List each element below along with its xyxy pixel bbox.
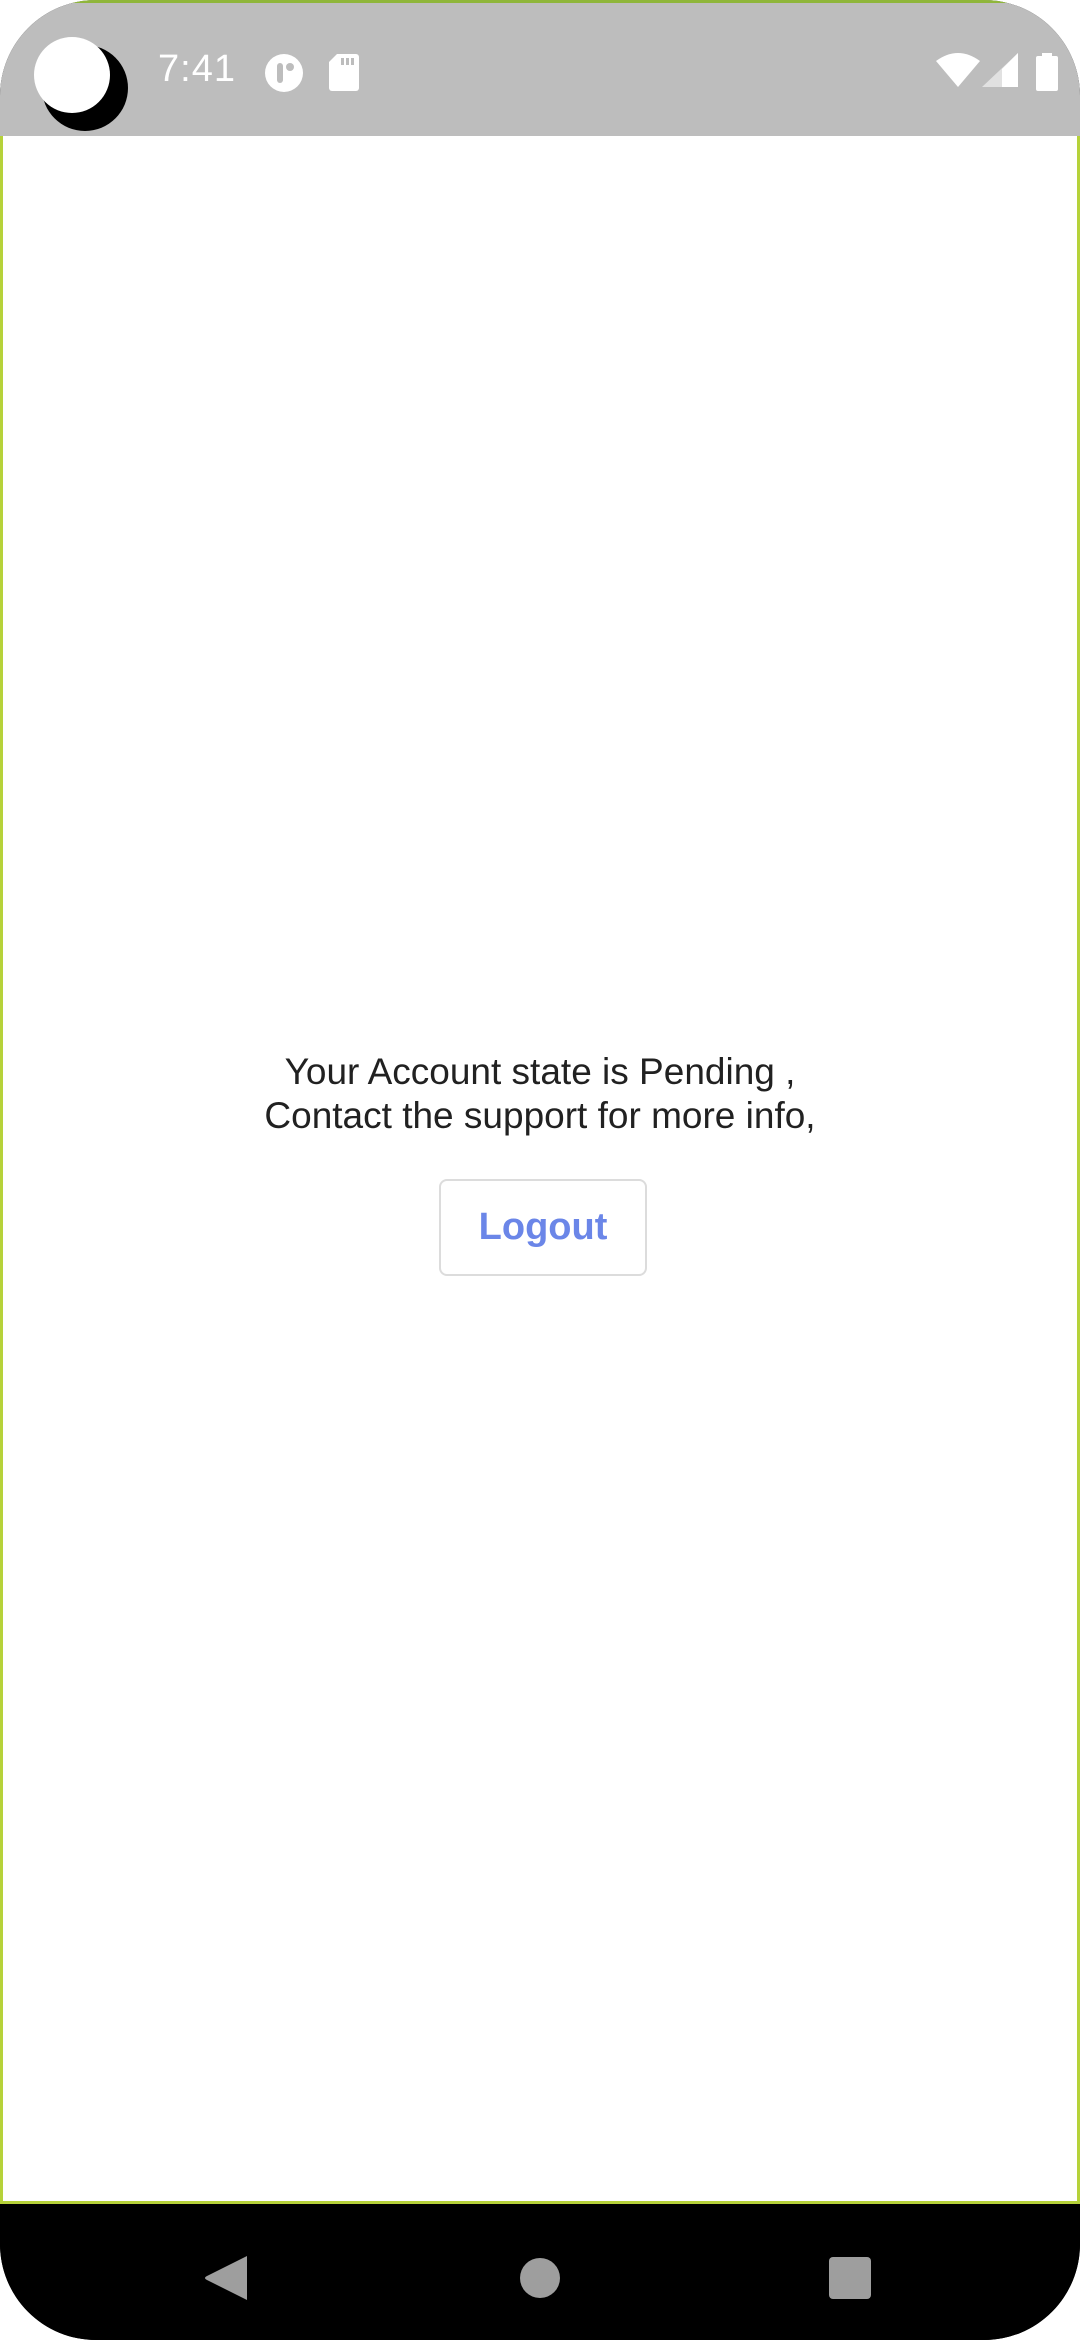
app-notification-icon xyxy=(264,53,304,98)
sd-card-icon xyxy=(328,53,360,96)
message-line-1: Your Account state is Pending , xyxy=(284,1051,796,1092)
status-time: 7:41 xyxy=(158,48,236,90)
account-status-message: Your Account state is Pending , Contact … xyxy=(3,1050,1077,1138)
back-icon[interactable] xyxy=(196,2248,256,2308)
status-bar: 7:41 xyxy=(0,0,1080,136)
camera-cutout xyxy=(34,37,128,131)
main-content: Your Account state is Pending , Contact … xyxy=(0,136,1080,2204)
phone-screen: 7:41 Your Account state is Pending , Con… xyxy=(0,0,1080,2340)
wifi-icon xyxy=(936,53,980,92)
camera-cutout-lens xyxy=(34,37,110,113)
message-line-2: Contact the support for more info, xyxy=(264,1095,816,1136)
logout-button[interactable]: Logout xyxy=(439,1179,647,1276)
recents-icon[interactable] xyxy=(820,2248,880,2308)
signal-icon xyxy=(982,53,1018,92)
home-icon[interactable] xyxy=(510,2248,570,2308)
navigation-bar xyxy=(0,2204,1080,2340)
battery-icon xyxy=(1036,53,1058,96)
